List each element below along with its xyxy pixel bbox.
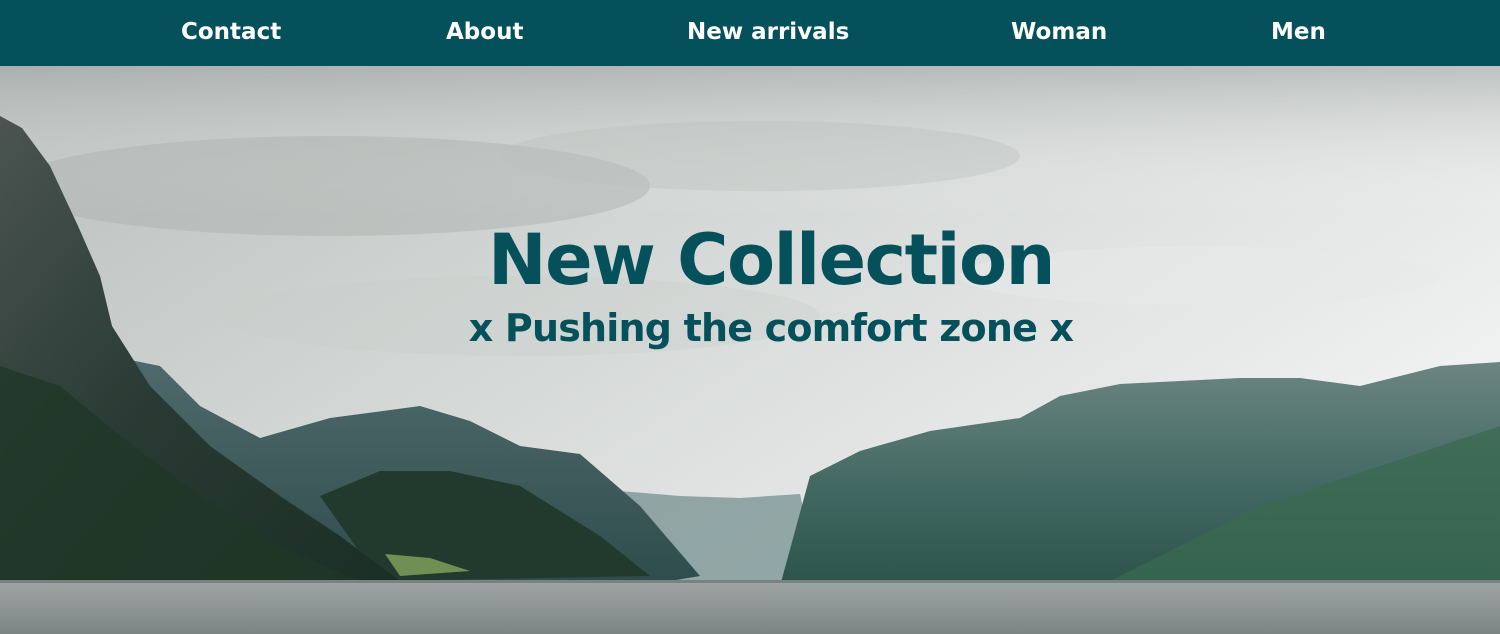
top-navigation: Contact About New arrivals Woman Men (0, 0, 1500, 66)
nav-link-about[interactable]: About (446, 0, 523, 66)
nav-link-contact[interactable]: Contact (181, 0, 281, 66)
hero-subtitle: x Pushing the comfort zone x (468, 306, 1074, 350)
nav-link-woman[interactable]: Woman (1011, 0, 1107, 66)
hero-banner: New Collection x Pushing the comfort zon… (0, 66, 1500, 634)
nav-link-men[interactable]: Men (1271, 0, 1326, 66)
hero-title: New Collection (488, 219, 1055, 301)
nav-link-new-arrivals[interactable]: New arrivals (687, 0, 849, 66)
